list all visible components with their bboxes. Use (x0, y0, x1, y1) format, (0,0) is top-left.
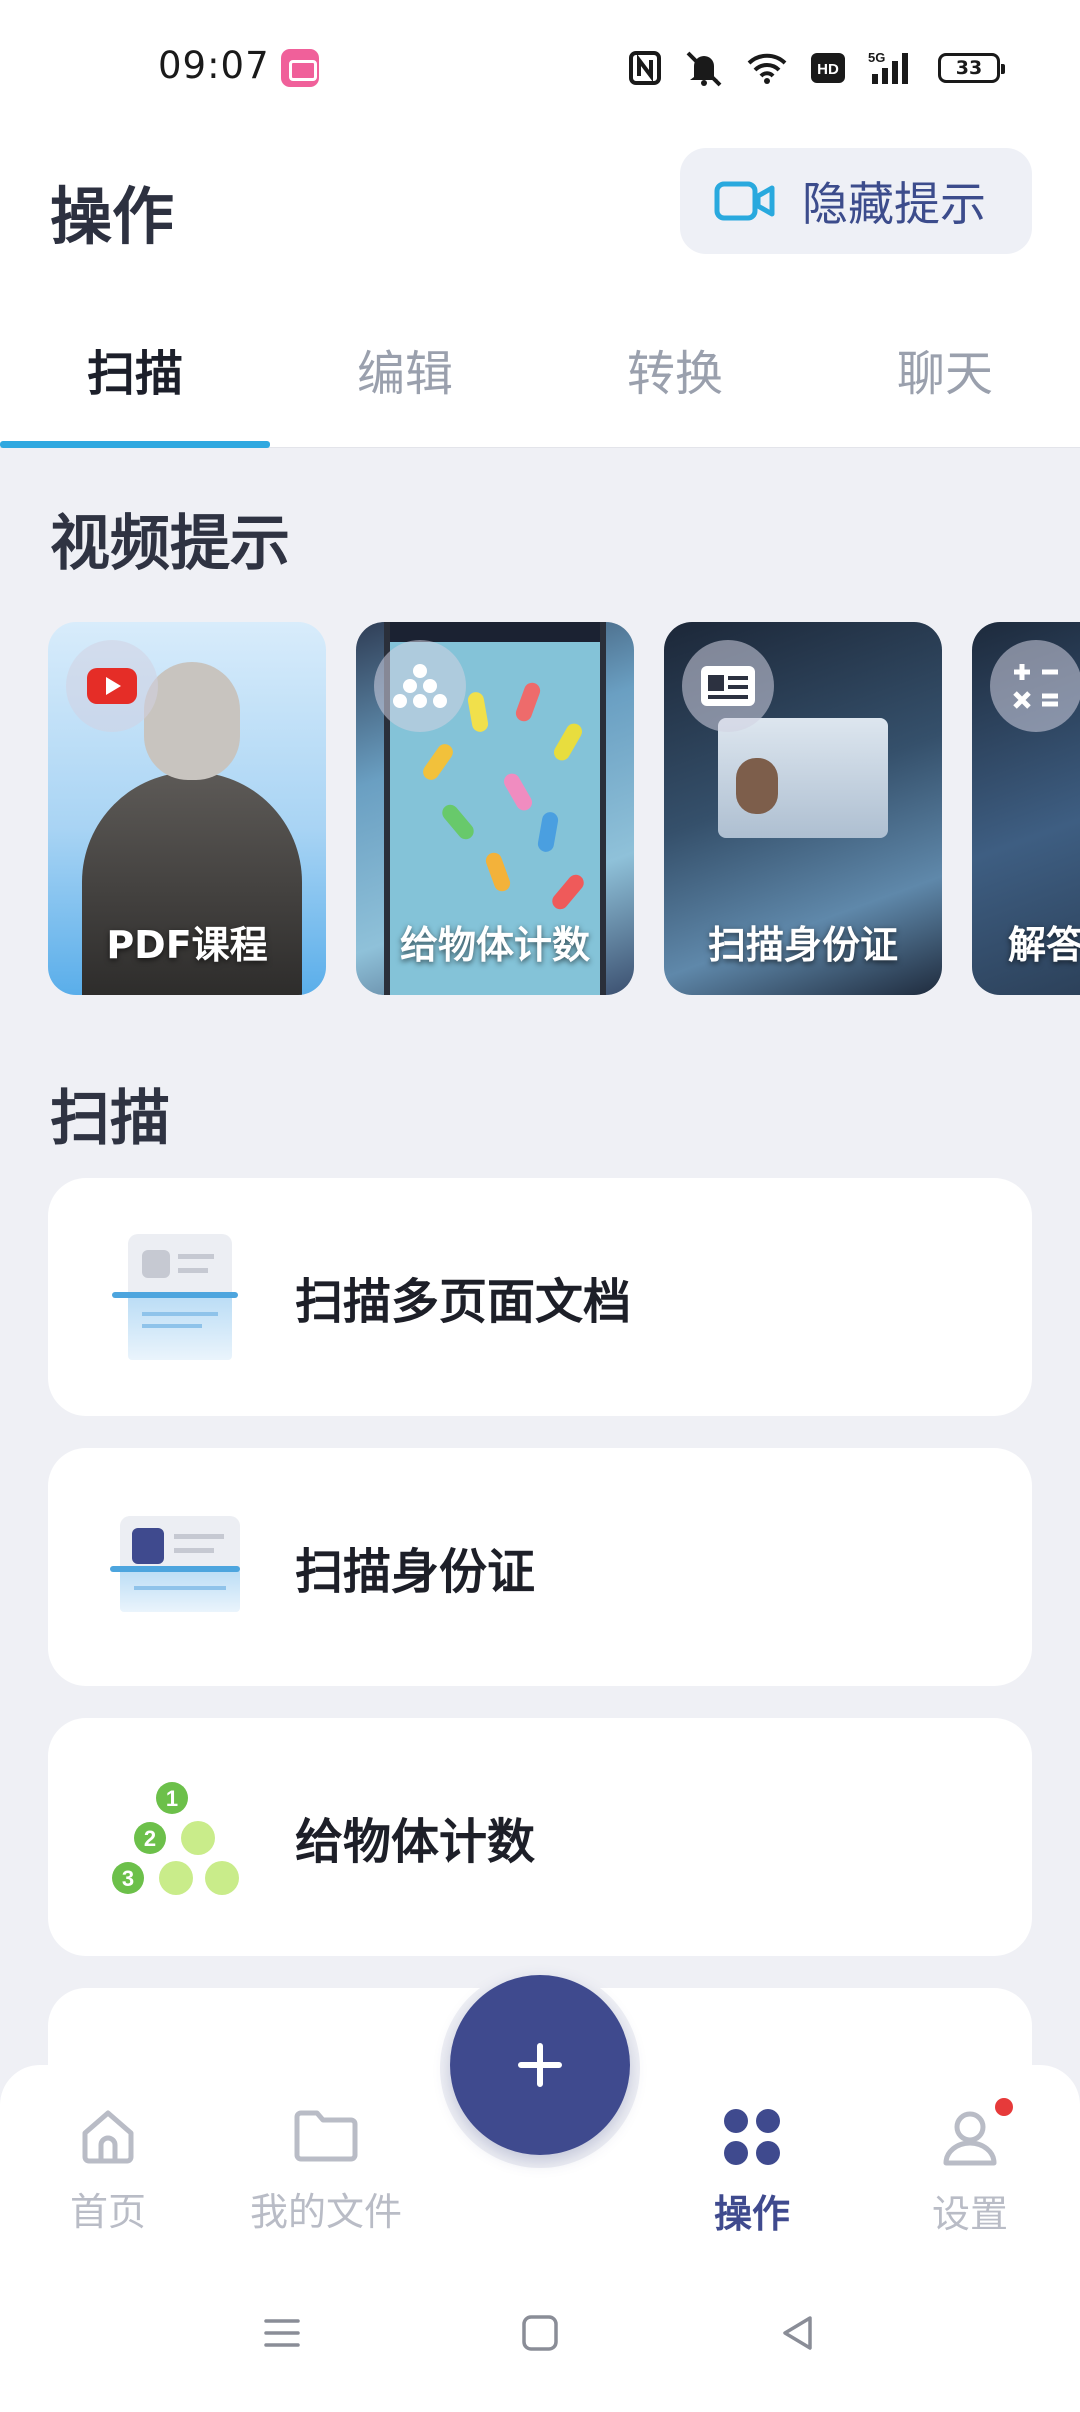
notification-dot (995, 2098, 1013, 2116)
count-objects-icon: 1 2 3 (112, 1782, 239, 1895)
four-dots-icon (724, 2109, 780, 2165)
menu-icon[interactable] (262, 2313, 302, 2353)
id-badge (682, 640, 774, 732)
battery-indicator: 33 (938, 53, 1005, 83)
nav-settings-label: 设置 (931, 2192, 1008, 2236)
id-card-icon (701, 666, 755, 706)
nav-actions-label: 操作 (713, 2192, 790, 2236)
scan-multipage-card[interactable]: 扫描多页面文档 (48, 1178, 1032, 1416)
video-tips-carousel[interactable]: PDF课程 给物体计数 扫描身份证 解答 (48, 622, 1080, 997)
hd-icon: HD (811, 53, 845, 83)
header: 操作 隐藏提示 (0, 140, 1080, 290)
app-notification-icon (281, 49, 319, 87)
youtube-icon (87, 668, 137, 704)
video-card-pdf-course[interactable]: PDF课程 (48, 622, 326, 995)
nav-my-files-label: 我的文件 (249, 2190, 402, 2234)
tab-scan[interactable]: 扫描 (0, 290, 270, 448)
person-head (144, 662, 240, 780)
add-button[interactable] (450, 1975, 630, 2155)
count-badge (374, 640, 466, 732)
nav-actions[interactable]: 操作 (662, 2105, 842, 2238)
count-number-1: 1 (166, 1786, 178, 1811)
tab-chat[interactable]: 聊天 (810, 290, 1080, 448)
user-icon (943, 2111, 997, 2166)
page-title: 操作 (50, 180, 175, 253)
home-icon (82, 2110, 134, 2164)
wifi-icon (747, 53, 787, 84)
multipage-document-scan-icon (112, 1234, 238, 1360)
count-number-2: 2 (144, 1826, 156, 1851)
svg-text:5G: 5G (868, 50, 885, 65)
nav-my-files[interactable]: 我的文件 (236, 2105, 416, 2236)
status-icons: HD 5G 33 (628, 46, 1005, 90)
video-card-scan-id[interactable]: 扫描身份证 (664, 622, 942, 995)
svg-text:HD: HD (817, 61, 839, 78)
scan-multipage-label: 扫描多页面文档 (295, 1274, 632, 1330)
tab-convert[interactable]: 转换 (540, 290, 810, 448)
tab-bar: 扫描 编辑 转换 聊天 (0, 290, 1080, 448)
back-triangle-icon[interactable] (778, 2313, 818, 2353)
video-card-label: 解答 (1008, 923, 1080, 967)
scan-id-label: 扫描身份证 (295, 1544, 536, 1600)
video-tips-title: 视频提示 (50, 509, 290, 579)
count-objects-label: 给物体计数 (295, 1814, 536, 1870)
hide-tips-label: 隐藏提示 (802, 177, 986, 231)
signal-5g-icon: 5G (868, 50, 908, 84)
id-card-scan-icon (110, 1516, 240, 1612)
video-card-solve[interactable]: 解答 (972, 622, 1080, 995)
mute-icon (686, 51, 722, 87)
nav-settings[interactable]: 设置 (880, 2105, 1060, 2238)
scan-id-card[interactable]: 扫描身份证 (48, 1448, 1032, 1686)
video-card-label: 扫描身份证 (707, 923, 898, 967)
nav-home-label: 首页 (69, 2190, 146, 2234)
count-objects-card[interactable]: 1 2 3 给物体计数 (48, 1718, 1032, 1956)
battery-level: 33 (955, 57, 983, 79)
dots-pyramid-icon (393, 664, 447, 708)
system-navigation-bar (0, 2265, 1080, 2412)
video-card-label: 给物体计数 (399, 923, 590, 967)
youtube-badge (66, 640, 158, 732)
math-symbols-icon (1013, 664, 1058, 709)
nfc-icon (629, 51, 661, 85)
video-card-label: PDF课程 (106, 923, 268, 967)
id-card-illustration (718, 718, 888, 838)
status-time: 09:07 (158, 44, 270, 87)
home-square-icon[interactable] (520, 2313, 560, 2353)
status-bar: 09:07 HD 5G 33 (0, 0, 1080, 140)
math-badge (990, 640, 1080, 732)
video-camera-icon (714, 181, 775, 221)
folder-icon (294, 2110, 358, 2162)
nav-home[interactable]: 首页 (18, 2105, 198, 2236)
hide-tips-button[interactable]: 隐藏提示 (680, 148, 1032, 254)
tab-edit[interactable]: 编辑 (270, 290, 540, 448)
count-number-3: 3 (122, 1866, 134, 1891)
plus-icon (518, 2043, 562, 2087)
tab-active-indicator (0, 441, 270, 448)
scan-section-title: 扫描 (50, 1084, 170, 1154)
video-card-count-objects[interactable]: 给物体计数 (356, 622, 634, 995)
